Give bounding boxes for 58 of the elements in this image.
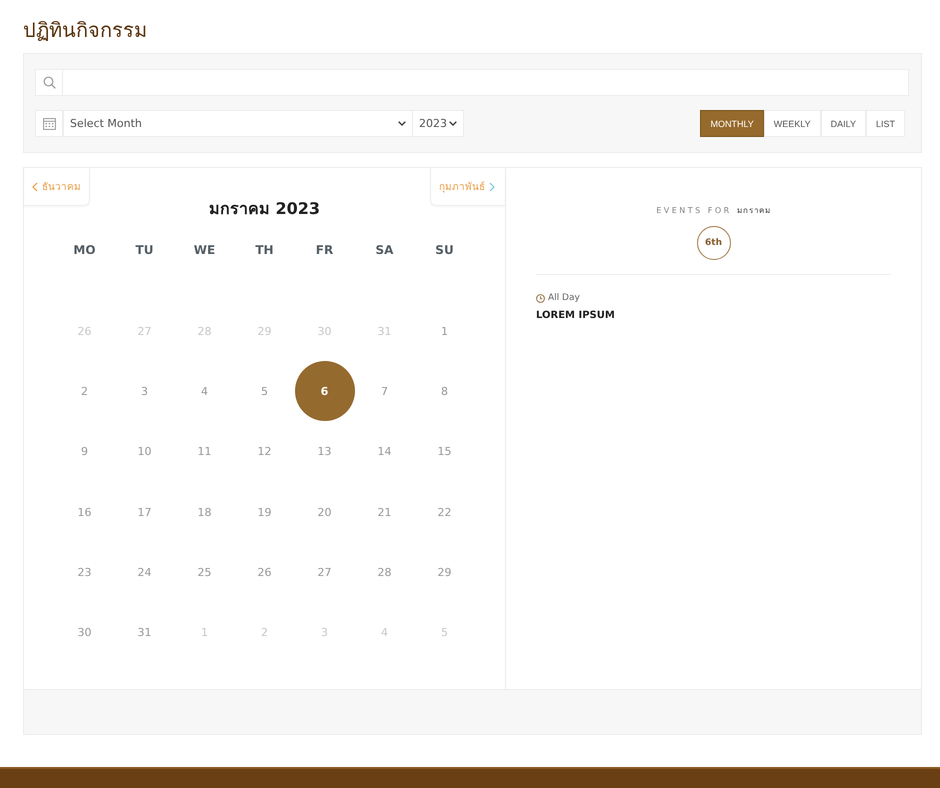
day-cell[interactable]: 20 xyxy=(294,482,354,542)
event-time: All Day xyxy=(548,293,580,303)
day-cell[interactable]: 23 xyxy=(54,542,114,602)
clock-icon xyxy=(536,294,545,302)
view-tab[interactable]: MONTHLY xyxy=(700,110,764,137)
page-title: ปฏิทินกิจกรรม xyxy=(22,17,148,44)
month-title: มกราคม 2023 xyxy=(208,198,322,220)
next-month-link[interactable]: กุมภาพันธ์ xyxy=(430,168,505,206)
chevron-right-icon xyxy=(489,182,495,192)
day-cell[interactable]: 9 xyxy=(54,422,114,482)
day-cell[interactable]: 7 xyxy=(354,361,414,422)
day-cell[interactable]: 6 xyxy=(294,361,354,422)
day-cell[interactable]: 31 xyxy=(114,602,174,663)
day-cell[interactable]: 1 xyxy=(414,301,474,362)
day-cell[interactable]: 17 xyxy=(114,482,174,542)
weekday-label: TH xyxy=(254,242,275,259)
day-cell[interactable]: 3 xyxy=(114,361,174,422)
weekday-label: WE xyxy=(192,242,216,259)
search-icon xyxy=(42,76,56,89)
day-cell[interactable]: 30 xyxy=(54,602,114,663)
day-cell[interactable]: 25 xyxy=(174,542,234,602)
view-tab[interactable]: WEEKLY xyxy=(764,110,821,137)
day-cell[interactable]: 19 xyxy=(234,482,294,542)
day-cell[interactable]: 27 xyxy=(294,542,354,602)
day-cell[interactable]: 24 xyxy=(114,542,174,602)
events-heading: EVENTS FOR มกราคม xyxy=(655,205,772,217)
day-cell[interactable]: 15 xyxy=(414,422,474,482)
previous-month-link[interactable]: ธันวาคม xyxy=(24,168,90,206)
day-cell[interactable]: 12 xyxy=(234,422,294,482)
day-cell[interactable]: 11 xyxy=(174,422,234,482)
day-cell[interactable]: 18 xyxy=(174,482,234,542)
weekday-label: SU xyxy=(434,242,455,259)
event-title[interactable]: LOREM IPSUM xyxy=(536,310,891,321)
chevron-icon xyxy=(449,121,457,126)
day-cell[interactable]: 2 xyxy=(54,361,114,422)
view-tab[interactable]: LIST xyxy=(866,110,905,137)
day-cell[interactable]: 5 xyxy=(234,361,294,422)
day-cell[interactable]: 28 xyxy=(354,542,414,602)
day-cell[interactable]: 29 xyxy=(414,542,474,602)
day-cell[interactable]: 4 xyxy=(174,361,234,422)
day-cell[interactable]: 10 xyxy=(114,422,174,482)
weekday-label: MO xyxy=(72,242,97,259)
weekday-label: FR xyxy=(314,242,334,259)
day-cell[interactable]: 26 xyxy=(234,542,294,602)
day-cell[interactable]: 14 xyxy=(354,422,414,482)
calendar-icon xyxy=(42,117,56,130)
day-cell[interactable]: 21 xyxy=(354,482,414,542)
day-cell[interactable]: 8 xyxy=(414,361,474,422)
search-field[interactable] xyxy=(35,69,909,96)
weekday-label: SA xyxy=(374,242,394,259)
view-tab[interactable]: DAILY xyxy=(820,110,866,137)
day-cell[interactable]: 16 xyxy=(54,482,114,542)
chevron-left-icon xyxy=(32,182,38,192)
day-badge: 6th xyxy=(696,226,730,260)
day-cell[interactable]: 13 xyxy=(294,422,354,482)
weekday-label: TU xyxy=(134,242,154,259)
day-cell[interactable]: 22 xyxy=(414,482,474,542)
chevron-icon xyxy=(398,121,406,126)
